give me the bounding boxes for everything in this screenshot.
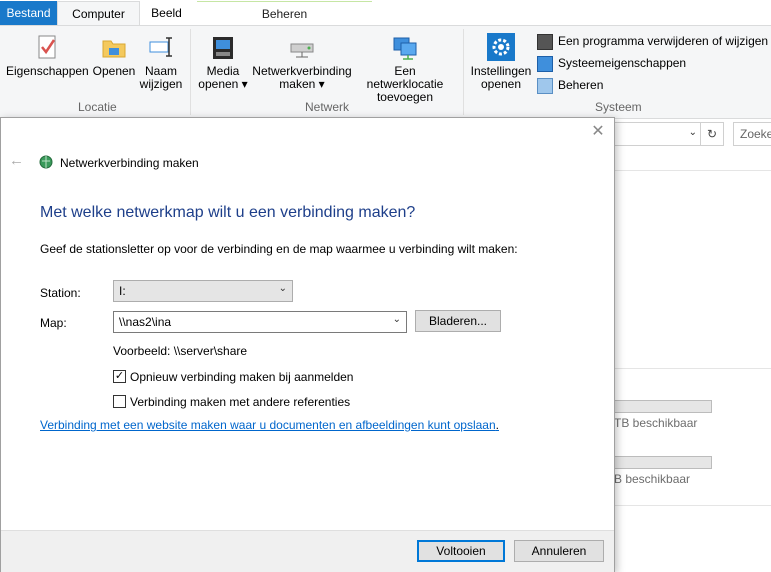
properties-button[interactable]: Eigenschappen [6, 30, 89, 78]
ribbon-tabs: Bestand Computer Beeld Beheren [0, 0, 771, 26]
chevron-down-icon: ⌄ [278, 283, 287, 294]
network-globe-icon [38, 154, 54, 170]
drive-usage-bar [614, 456, 712, 469]
refresh-icon[interactable]: ↻ [700, 122, 724, 146]
station-label: Station: [40, 286, 81, 300]
station-select[interactable]: I: ⌄ [113, 280, 293, 302]
manage-button[interactable]: Beheren [537, 76, 603, 94]
media-button[interactable]: Media openen ▾ [197, 30, 249, 91]
system-properties-label: Systeemeigenschappen [558, 56, 687, 70]
folder-path-value: \\nas2\ina [119, 315, 172, 329]
gear-icon [487, 33, 515, 61]
open-settings-label-2: openen [480, 77, 522, 91]
browse-button[interactable]: Bladeren... [415, 310, 501, 332]
dialog-heading: Met welke netwerkmap wilt u een verbindi… [40, 204, 416, 221]
dialog-title: Netwerkverbinding maken [60, 156, 199, 170]
tab-manage[interactable]: Beheren [197, 1, 372, 26]
add-network-location-label-1: Een netwerklocatie [366, 64, 444, 91]
group-label-network: Netwerk [305, 100, 350, 114]
drive-free-space: TB beschikbaar [614, 416, 698, 430]
add-network-location-button[interactable]: Een netwerklocatie toevoegen [355, 30, 455, 104]
divider [614, 368, 771, 369]
rename-label-2: wijzigen [139, 77, 183, 91]
manage-icon [537, 77, 553, 94]
rename-button[interactable]: Naam wijzigen [139, 30, 183, 91]
website-link-period: . [495, 418, 499, 432]
network-drive-icon [288, 33, 316, 61]
uninstall-program-button[interactable]: Een programma verwijderen of wijzigen [537, 32, 768, 50]
station-value: I: [119, 284, 126, 298]
ribbon-divider [190, 29, 191, 115]
drive-usage-bar [614, 400, 712, 413]
divider [614, 505, 771, 506]
drive-free-space: B beschikbaar [614, 472, 691, 486]
close-icon[interactable]: ✕ [588, 122, 608, 142]
website-link-row: Verbinding met een website maken waar u … [40, 418, 499, 432]
finish-button[interactable]: Voltooien [417, 540, 505, 562]
tab-computer[interactable]: Computer [57, 1, 140, 26]
system-properties-icon [537, 55, 553, 72]
media-label-2: openen ▾ [198, 77, 248, 91]
reconnect-checkbox[interactable]: ✓ [113, 370, 126, 384]
uninstall-icon [537, 33, 553, 50]
chevron-down-icon[interactable]: ⌄ [689, 127, 697, 138]
ribbon: Eigenschappen Openen Naam wijzigen Locat… [0, 25, 771, 119]
map-network-drive-label-2: maken ▾ [279, 77, 325, 91]
open-label: Openen [92, 64, 136, 78]
map-label: Map: [40, 316, 67, 330]
map-network-drive-button[interactable]: Netwerkverbinding maken ▾ [252, 30, 352, 91]
system-properties-button[interactable]: Systeemeigenschappen [537, 54, 686, 72]
rename-icon [147, 33, 175, 61]
other-credentials-checkbox[interactable] [113, 395, 126, 409]
group-label-system: Systeem [595, 100, 642, 114]
other-credentials-checkbox-row[interactable]: Verbinding maken met andere referenties [113, 395, 350, 409]
properties-icon [33, 33, 61, 61]
address-bar[interactable]: ⌄ [614, 122, 702, 146]
tab-file[interactable]: Bestand [0, 1, 57, 25]
group-label-location: Locatie [78, 100, 117, 114]
tab-view[interactable]: Beeld [139, 1, 194, 25]
media-icon [209, 33, 237, 61]
website-link[interactable]: Verbinding met een website maken waar u … [40, 418, 496, 432]
example-text: Voorbeeld: \\server\share [113, 344, 248, 358]
properties-label: Eigenschappen [6, 64, 89, 78]
other-credentials-label: Verbinding maken met andere referenties [130, 395, 351, 409]
open-button[interactable]: Openen [92, 30, 136, 78]
folder-open-icon [100, 33, 128, 61]
manage-label: Beheren [558, 78, 604, 92]
reconnect-label: Opnieuw verbinding maken bij aanmelden [130, 370, 354, 384]
dialog-footer: Voltooien Annuleren [1, 530, 614, 572]
ribbon-divider [463, 29, 464, 115]
search-input[interactable]: Zoeke [733, 122, 771, 146]
network-location-icon [391, 33, 419, 61]
instruction-text: Geef de stationsletter op voor de verbin… [40, 242, 518, 256]
cancel-button[interactable]: Annuleren [514, 540, 604, 562]
chevron-down-icon[interactable]: ⌄ [393, 314, 401, 325]
open-settings-button[interactable]: Instellingen openen [468, 30, 534, 91]
back-arrow-icon[interactable]: ← [9, 152, 24, 169]
divider [614, 170, 771, 171]
map-network-drive-dialog: ✕ ← Netwerkverbinding maken Met welke ne… [0, 117, 615, 572]
folder-path-input[interactable]: \\nas2\ina ⌄ [113, 311, 407, 333]
reconnect-checkbox-row[interactable]: ✓ Opnieuw verbinding maken bij aanmelden [113, 370, 353, 384]
add-network-location-label-2: toevoegen [376, 90, 434, 104]
uninstall-label: Een programma verwijderen of wijzigen [558, 34, 769, 48]
